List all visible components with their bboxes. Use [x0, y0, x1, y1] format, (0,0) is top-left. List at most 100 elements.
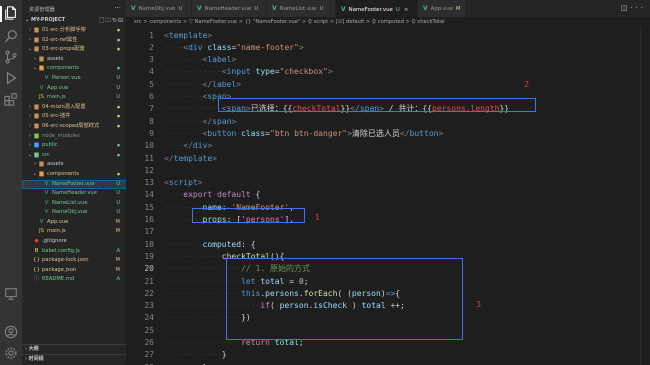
tree-item-label: 06-src-scoped局部样式 [42, 122, 100, 129]
line-number: 20 [144, 264, 154, 274]
timeline-section[interactable]: › 时间线 [22, 354, 126, 363]
tab-namefooter[interactable]: V NameFooter.vue U × [336, 0, 418, 17]
code-text: ········<label> [164, 55, 237, 65]
tree-file[interactable]: JS main.js M [22, 227, 126, 237]
folder-icon: ▆ [39, 161, 44, 168]
line-number: 7 [149, 104, 154, 114]
collapse-all-icon[interactable]: ⊟ [118, 17, 124, 24]
folder-icon: ▆ [34, 132, 39, 139]
tree-file[interactable]: V App.vue M [22, 218, 126, 228]
search-icon[interactable] [4, 29, 18, 43]
more-actions-icon[interactable]: ··· [114, 4, 121, 12]
tab-nameobj[interactable]: V NameObj.vue U [126, 0, 192, 17]
tab-app[interactable]: V App.vue M [418, 0, 466, 17]
tree-file[interactable]: {} package.json M [22, 266, 126, 276]
tab-badge: M [455, 6, 461, 12]
code-editor[interactable]: 28········}27············}26············… [126, 27, 650, 365]
close-icon[interactable]: × [404, 7, 409, 13]
tree-file[interactable]: V Person.vue U [22, 74, 126, 84]
code-text: <template> [164, 30, 213, 40]
tree-folder[interactable]: › ▆ assets [22, 160, 126, 170]
tree-item-label: App.vue [47, 84, 69, 91]
explorer-icon[interactable] [4, 6, 18, 20]
outline-section[interactable]: › 大纲 [22, 344, 126, 353]
account-icon[interactable] [4, 325, 18, 339]
code-line[interactable]: 13 <script> [126, 177, 650, 189]
code-line[interactable]: 3 ········<label> [126, 54, 650, 66]
tree-item-label: main.js [47, 94, 66, 101]
code-line[interactable]: 17 [126, 226, 650, 238]
extensions-icon[interactable] [4, 92, 18, 106]
line-number: 8 [149, 116, 154, 126]
tree-folder[interactable]: ⌄ ▆ 03-src-props配置 ● [22, 45, 126, 55]
tree-folder[interactable]: › ▆ node_modules [22, 132, 126, 142]
code-text: </template> [164, 153, 217, 163]
code-line[interactable]: 4 ············<input·type="checkbox"> [126, 66, 650, 78]
run-debug-icon[interactable] [4, 71, 18, 85]
git-status-badge: U [116, 199, 120, 206]
git-status-badge: U [116, 94, 120, 101]
code-line[interactable]: 5 ········</label> [126, 79, 650, 91]
tree-file[interactable]: V NameHeader.vue U [22, 189, 126, 199]
vue-file-icon: V [39, 84, 44, 91]
tree-folder[interactable]: › ▆ 05-src-插件 ● [22, 112, 126, 122]
breadcrumb[interactable]: src > components > ▽ NameFooter.vue > {}… [126, 17, 650, 27]
code-line[interactable]: 11 </template> [126, 153, 650, 165]
code-line[interactable]: 1 <template> [126, 30, 650, 42]
tree-file[interactable]: ⓘ README.md A [22, 275, 126, 285]
line-number: 25 [144, 325, 154, 335]
code-line[interactable]: 27 ············} [126, 349, 650, 361]
tree-folder[interactable]: ⌄ ▆ components ● [22, 64, 126, 74]
code-line[interactable]: 8 ········</span> [126, 116, 650, 128]
minimap[interactable] [640, 27, 650, 365]
tree-item-label: package-lock.json [42, 257, 89, 264]
tree-file[interactable]: Bbabel.config.js A [22, 247, 126, 257]
tree-folder[interactable]: › ▆ 01-src-分析脚手架 ● [22, 26, 126, 36]
tree-file[interactable]: V NameFooter.vue U [22, 179, 126, 190]
git-status-dot: ● [116, 171, 120, 176]
code-line[interactable]: 2 ····<div·class="name-footer"> [126, 42, 650, 54]
tree-file[interactable]: V NameObj.vue U [22, 208, 126, 218]
tree-folder[interactable]: › ▆ 02-src-ref属性 ● [22, 36, 126, 46]
tree-folder[interactable]: › ▆ 04-mixin混入配置 ● [22, 103, 126, 113]
source-control-icon[interactable] [4, 50, 18, 64]
annotation-number-3: 3 [476, 300, 482, 309]
line-number: 22 [144, 288, 154, 298]
tree-item-label: assets [47, 55, 64, 62]
new-folder-icon[interactable]: 🗀 [105, 17, 112, 24]
tree-file[interactable]: V NameList.vue U [22, 199, 126, 209]
remote-explorer-icon[interactable] [4, 287, 18, 301]
code-line[interactable]: 10 ····</div> [126, 140, 650, 152]
git-status-badge: M [115, 218, 120, 225]
code-line[interactable]: 14 ····export·default·{ [126, 189, 650, 201]
explorer-toolbar: 🗋🗀↻⊟ [99, 16, 124, 26]
line-number: 11 [144, 153, 154, 163]
tree-folder[interactable]: ⌄ ▆ components ● [22, 170, 126, 180]
file-tree: › ▆ 01-src-分析脚手架 ● › ▆ 02-src-ref属性 ● ⌄ ▆ 03-src-p… [22, 26, 126, 285]
project-name: MY-PROJECT [31, 17, 66, 23]
tree-file[interactable]: V App.vue U [22, 84, 126, 94]
tree-folder[interactable]: › ▆ 06-src-scoped局部样式 ● [22, 122, 126, 132]
tab-namelist[interactable]: V NameList.vue U [267, 0, 336, 17]
vue-file-icon: V [272, 5, 277, 12]
js-file-icon: JS [38, 94, 45, 101]
tab-label: NameObj.vue [138, 6, 176, 12]
tree-folder[interactable]: › ▆ assets [22, 55, 126, 65]
split-editor-icon[interactable]: ◫ [621, 4, 631, 12]
tab-label: NameFooter.vue [348, 7, 393, 13]
code-line[interactable]: 12 [126, 165, 650, 177]
tree-item-label: README.md [42, 276, 75, 283]
code-line[interactable]: 28 ········} [126, 362, 650, 365]
more-actions-icon[interactable]: ··· [630, 4, 646, 12]
tree-folder[interactable]: › ▆ public ● [22, 141, 126, 151]
tree-item-label: NameHeader.vue [52, 190, 97, 197]
tab-nameheader[interactable]: V NameHeader.vue U [192, 0, 267, 17]
code-line[interactable]: 18 ········computed:·{ [126, 239, 650, 251]
line-number: 24 [144, 313, 154, 323]
code-line[interactable]: 9 ········<button·class="btn btn-danger">… [126, 128, 650, 140]
tree-file[interactable]: ◆ .gitignore [22, 237, 126, 247]
tree-folder[interactable]: ⌄ ▆ src ● [22, 151, 126, 161]
settings-gear-icon[interactable] [4, 346, 18, 360]
tree-file[interactable]: JS main.js U [22, 93, 126, 103]
tree-file[interactable]: {} package-lock.json M [22, 256, 126, 266]
